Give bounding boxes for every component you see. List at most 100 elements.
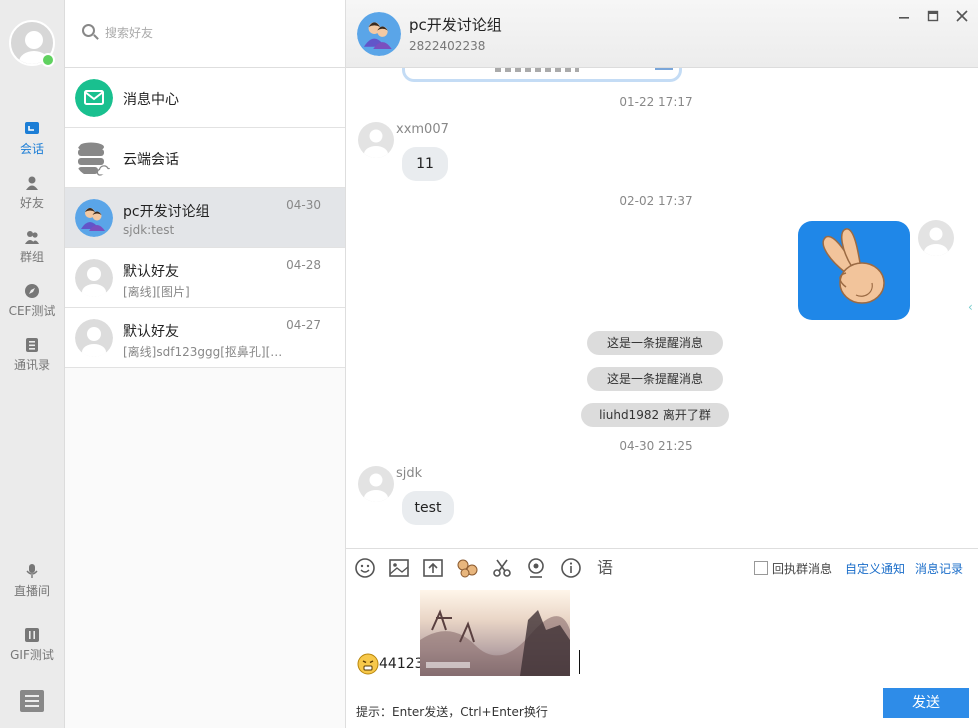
conversation-item-default-friend[interactable]: 默认好友 [离线]sdf123ggg[抠鼻孔][… 04-27 [65,308,345,368]
draft-text: 44123 [379,656,424,672]
sticker-button[interactable] [456,557,478,579]
group-avatar [75,199,113,237]
nav-item-chat[interactable]: 会话 [0,122,64,172]
webcam-button[interactable] [525,557,547,579]
screenshot-image-message[interactable] [402,68,682,82]
upload-file-button[interactable] [422,557,444,579]
maximize-icon [927,10,939,22]
nav-item-gif-test[interactable]: GIF测试 [0,628,64,678]
group-icon [25,231,39,244]
timestamp: 01-22 17:17 [619,95,693,109]
voice-to-text-button[interactable]: 语 [594,557,616,579]
conversation-list-panel: 消息中心 云端会话 pc开发讨论组 sjdk:test 04-30 默认好友 [… [65,0,346,728]
maximize-button[interactable] [925,8,941,24]
input-toolbar: 语 回执群消息 自定义通知 消息记录 [346,548,978,586]
nav-label: 通讯录 [13,358,50,372]
angry-emoji-icon [357,653,379,675]
screenshot-button[interactable] [491,557,513,579]
custom-notification-link[interactable]: 自定义通知 [845,560,905,577]
sender-name: sjdk [396,466,423,481]
chat-app-window: 会话 好友 群组 CEF测试 通讯录 直播间 GIF测试 搜索好友 消息中心 云… [0,0,978,728]
chat-panel: pc开发讨论组 2822402238 01-22 17:17 xxm007 11… [346,0,978,728]
nav-label: 群组 [19,250,44,264]
scroll-arrow-icon[interactable]: ‹ [968,300,976,314]
nav-label: 直播间 [13,584,50,598]
message-history-link[interactable]: 消息记录 [915,560,963,577]
sticker-message[interactable] [798,221,910,320]
nav-label: 好友 [19,196,44,210]
compass-icon [25,284,39,298]
search-input[interactable] [105,22,325,44]
conversation-item-default-friend[interactable]: 默认好友 [离线][图片] 04-28 [65,248,345,308]
cloud-database-icon [78,142,113,176]
info-button[interactable] [560,557,582,579]
nav-item-contacts[interactable]: 通讯录 [0,338,64,388]
microphone-icon [26,564,38,578]
nav-item-cef-test[interactable]: CEF测试 [0,284,64,334]
screenshot-scissors-icon [493,559,511,577]
conversation-name: 默认好友 [123,324,179,340]
conversation-time: 04-30 [286,198,321,212]
search-icon [82,24,95,37]
sticker-icon [457,559,478,578]
conversation-preview: [离线]sdf123ggg[抠鼻孔][… [123,345,283,359]
message-bubble[interactable]: test [402,491,454,525]
sender-avatar[interactable] [358,466,394,502]
timestamp: 02-02 17:37 [619,194,693,208]
contacts-icon [26,338,38,352]
receipt-group-message-checkbox[interactable] [754,561,768,575]
conversation-name: 云端会话 [123,152,179,168]
sender-name: xxm007 [396,122,449,137]
draft-image-attachment[interactable] [420,590,570,676]
conversation-preview: [离线][图片] [123,285,190,299]
minimize-icon [899,17,909,19]
conversation-item-pc-dev-group[interactable]: pc开发讨论组 sjdk:test 04-30 [65,188,345,248]
info-icon [561,558,581,578]
online-status-icon [41,53,55,67]
message-input[interactable]: 44123 [346,586,978,686]
my-message-avatar[interactable] [918,220,954,256]
message-bubble[interactable]: 11 [402,147,448,181]
send-button[interactable]: 发送 [883,688,969,718]
timestamp: 04-30 21:25 [619,439,693,453]
chat-header: pc开发讨论组 2822402238 [346,0,978,68]
nav-label: CEF测试 [8,304,56,318]
default-avatar [75,259,113,297]
conversation-item-message-center[interactable]: 消息中心 [65,68,345,128]
voice-to-text-icon: 语 [596,558,613,577]
message-list[interactable]: 01-22 17:17 xxm007 11 02-02 17:37 这是一条提醒… [346,68,978,548]
nav-item-friends[interactable]: 好友 [0,176,64,226]
conversation-name: pc开发讨论组 [123,204,210,220]
friend-icon [26,176,38,190]
conversation-time: 04-27 [286,318,321,332]
send-shortcut-hint: 提示：Enter发送，Ctrl+Enter换行 [356,705,548,719]
peace-hand-sticker-icon [822,228,885,304]
nav-item-live-room[interactable]: 直播间 [0,564,64,614]
upload-file-icon [423,559,443,577]
receipt-checkbox-label: 回执群消息 [772,562,833,576]
conversation-time: 04-28 [286,258,321,272]
menu-button[interactable] [20,690,44,712]
gif-icon [25,628,39,642]
mail-icon [75,79,113,117]
group-avatar [357,12,401,56]
system-notice: 这是一条提醒消息 [587,367,723,391]
close-icon [956,10,968,22]
nav-item-groups[interactable]: 群组 [0,230,64,280]
image-icon [389,559,409,577]
conversation-preview: sjdk:test [123,223,175,237]
minimize-button[interactable] [896,8,912,24]
close-button[interactable] [954,8,970,24]
system-notice: 这是一条提醒消息 [587,331,723,355]
nav-label: GIF测试 [10,648,54,662]
emoji-button[interactable] [354,557,376,579]
image-button[interactable] [388,557,410,579]
conversation-item-cloud-sessions[interactable]: 云端会话 [65,128,345,188]
chat-icon [25,122,39,134]
conversation-name: 消息中心 [123,92,179,108]
text-cursor [579,650,580,674]
sender-avatar[interactable] [358,122,394,158]
system-notice: liuhd1982 离开了群 [581,403,729,427]
main-navigation: 会话 好友 群组 CEF测试 通讯录 直播间 GIF测试 [0,0,65,728]
chat-title: pc开发讨论组 [409,16,502,34]
